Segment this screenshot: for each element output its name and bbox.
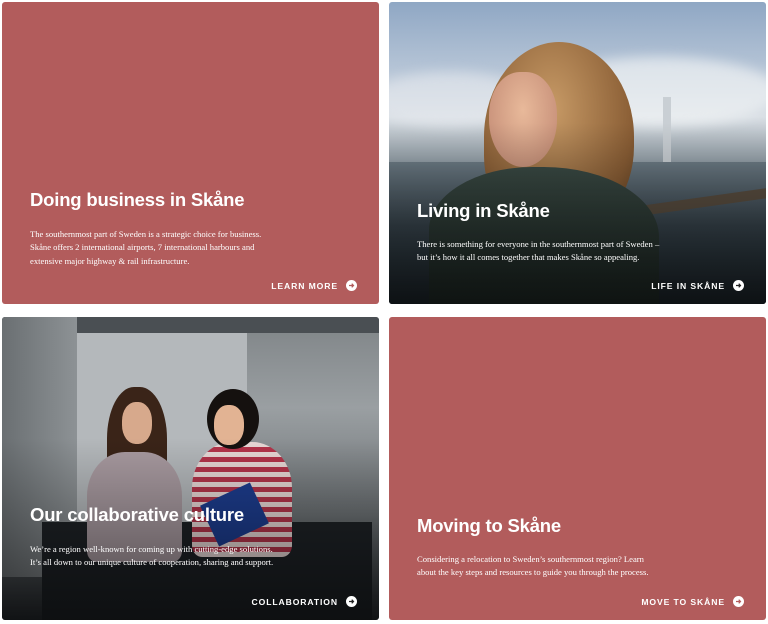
cta-label: LEARN MORE	[271, 280, 338, 291]
card-description: Considering a relocation to Sweden’s sou…	[417, 554, 649, 578]
card-title: Moving to Skåne	[417, 515, 561, 536]
cta-label: LIFE IN SKÅNE	[651, 280, 725, 291]
collaboration-link[interactable]: COLLABORATION	[251, 596, 357, 607]
learn-more-link[interactable]: LEARN MORE	[271, 280, 357, 291]
two-women-booth-photo	[2, 317, 379, 620]
cta-label: MOVE TO SKÅNE	[641, 596, 725, 607]
arrow-right-circle-icon	[733, 280, 744, 291]
card-description: The southernmost part of Sweden is a str…	[30, 229, 262, 266]
card-description: We’re a region well-known for coming up …	[30, 544, 274, 568]
card-doing-business[interactable]: Doing business in Skåne The southernmost…	[2, 2, 379, 304]
cta-label: COLLABORATION	[251, 596, 338, 607]
card-moving[interactable]: Moving to Skåne Considering a relocation…	[389, 317, 766, 620]
card-title: Our collaborative culture	[30, 504, 244, 525]
card-living[interactable]: Living in Skåne There is something for e…	[389, 2, 766, 304]
card-collaborative-culture[interactable]: Our collaborative culture We’re a region…	[2, 317, 379, 620]
move-to-skane-link[interactable]: MOVE TO SKÅNE	[641, 596, 744, 607]
life-in-skane-link[interactable]: LIFE IN SKÅNE	[651, 280, 744, 291]
card-title: Doing business in Skåne	[30, 189, 245, 210]
card-title: Living in Skåne	[417, 200, 550, 221]
card-description: There is something for everyone in the s…	[417, 239, 660, 263]
arrow-right-circle-icon	[346, 280, 357, 291]
arrow-right-circle-icon	[346, 596, 357, 607]
arrow-right-circle-icon	[733, 596, 744, 607]
